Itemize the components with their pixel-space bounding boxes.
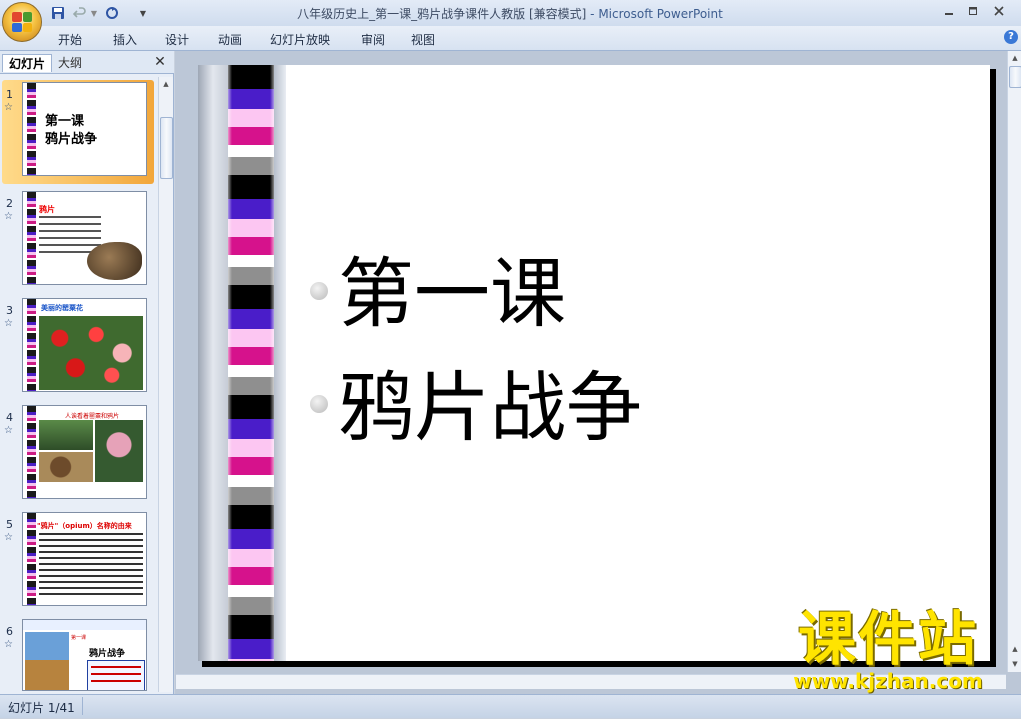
photo-image xyxy=(39,420,93,450)
thumbnail-line: 鸦片战争 xyxy=(45,132,98,147)
animation-star-icon: ☆ xyxy=(4,639,13,650)
filmstrip-decoration xyxy=(228,65,274,661)
office-button[interactable] xyxy=(2,2,42,42)
ribbon-tabs: 开始 插入 设计 动画 幻灯片放映 审阅 视图 xyxy=(0,26,1021,51)
watermark-url: www.kjzhan.com xyxy=(793,669,983,693)
current-slide[interactable]: 第一课 鸦片战争 xyxy=(198,65,990,661)
thumbnail-text: 第一课 鸦片战争 xyxy=(45,113,97,149)
thumbnail-title: 鸦片 xyxy=(39,205,55,214)
tab-view[interactable]: 视图 xyxy=(411,31,435,48)
next-slide-icon[interactable]: ▼ xyxy=(1008,657,1021,671)
thumbnail-title: "鸦片"（opium）名称的由来 xyxy=(37,522,132,530)
close-pane-icon[interactable]: ✕ xyxy=(152,54,168,70)
filmstrip-decoration xyxy=(27,299,36,391)
slide-number: 1 xyxy=(6,88,13,101)
close-button[interactable] xyxy=(988,3,1010,19)
thumbnail-text-lines xyxy=(39,533,143,599)
previous-slide-icon[interactable]: ▲ xyxy=(1008,642,1021,656)
app-name: - Microsoft PowerPoint xyxy=(586,7,723,21)
document-title: 八年级历史上_第一课_鸦片战争课件人教版 [兼容模式] xyxy=(297,7,587,21)
title-bar: ▼ ▼ 八年级历史上_第一课_鸦片战争课件人教版 [兼容模式] - Micros… xyxy=(0,0,1021,26)
slide-number: 5 xyxy=(6,518,13,531)
tab-slideshow[interactable]: 幻灯片放映 xyxy=(270,31,330,48)
pane-tabs: 幻灯片 大纲 ✕ xyxy=(0,51,174,74)
thumbnail-image: "鸦片"（opium）名称的由来 xyxy=(22,512,147,606)
slide-strip-edge xyxy=(274,65,286,661)
animation-star-icon: ☆ xyxy=(4,102,13,113)
status-divider xyxy=(82,697,83,715)
maximize-button[interactable] xyxy=(962,3,984,19)
tab-slides[interactable]: 幻灯片 xyxy=(2,54,53,72)
slide-number: 4 xyxy=(6,411,13,424)
thumbnail-title: 人诶看着罂粟和鸦片 xyxy=(65,413,120,420)
bullet-icon xyxy=(310,395,328,413)
thumbnail-scrollbar[interactable]: ▲ xyxy=(158,77,173,692)
slide-vertical-scrollbar[interactable]: ▲ ▲ ▼ xyxy=(1007,51,1021,672)
customize-toolbar-icon[interactable]: ▼ xyxy=(138,4,148,22)
scrollbar-thumb[interactable] xyxy=(1009,66,1021,88)
poppy-flowers-image xyxy=(39,316,143,390)
minimize-button[interactable] xyxy=(938,3,960,19)
landscape-image xyxy=(25,632,69,690)
watermark-logo: 课件站 www.kjzhan.com xyxy=(770,608,1006,692)
filmstrip-decoration xyxy=(27,83,36,175)
slide-number: 6 xyxy=(6,625,13,638)
slide-number: 2 xyxy=(6,197,13,210)
animation-star-icon: ☆ xyxy=(4,532,13,543)
thumbnail-line: 第一课 xyxy=(45,114,85,129)
slide-thumbnail-4[interactable]: 4 ☆ 人诶看着罂粟和鸦片 xyxy=(0,405,156,505)
animation-star-icon: ☆ xyxy=(4,318,13,329)
watermark-text: 课件站 xyxy=(797,605,978,673)
save-icon[interactable] xyxy=(50,4,66,22)
undo-icon[interactable] xyxy=(72,4,88,22)
photo-image xyxy=(95,420,143,482)
redo-icon[interactable] xyxy=(104,4,120,22)
tab-animations[interactable]: 动画 xyxy=(218,31,242,48)
thumbnail-image: 第一课 鸦片战争 xyxy=(22,82,147,176)
slide-number: 3 xyxy=(6,304,13,317)
slide-thumbnail-1[interactable]: 1 ☆ 第一课 鸦片战争 xyxy=(0,80,156,184)
thumbnail-image: 人诶看着罂粟和鸦片 xyxy=(22,405,147,499)
slide-thumbnail-5[interactable]: 5 ☆ "鸦片"（opium）名称的由来 xyxy=(0,512,156,612)
filmstrip-decoration xyxy=(27,192,36,284)
slide-thumbnail-3[interactable]: 3 ☆ 美丽的罂粟花 xyxy=(0,298,156,398)
scroll-up-icon[interactable]: ▲ xyxy=(159,77,173,91)
slide-left-border xyxy=(198,65,228,661)
tab-outline[interactable]: 大纲 xyxy=(52,54,88,72)
thumbnail-title: 鸦片战争 xyxy=(89,649,126,659)
thumbnail-image: 鸦片 xyxy=(22,191,147,285)
tab-review[interactable]: 审阅 xyxy=(361,31,385,48)
window-title: 八年级历史上_第一课_鸦片战争课件人教版 [兼容模式] - Microsoft … xyxy=(250,5,770,22)
slide-count-indicator: 幻灯片 1/41 xyxy=(8,701,75,715)
thumbnail-tag: 第一课 xyxy=(71,635,87,641)
animation-star-icon: ☆ xyxy=(4,211,13,222)
tab-insert[interactable]: 插入 xyxy=(113,31,137,48)
slides-pane: 幻灯片 大纲 ✕ 1 ☆ 第一课 鸦片战争 2 ☆ 鸦片 3 ☆ 美丽的罂粟花 … xyxy=(0,51,174,694)
tab-design[interactable]: 设计 xyxy=(165,31,189,48)
tab-home[interactable]: 开始 xyxy=(58,31,82,48)
undo-dropdown-icon[interactable]: ▼ xyxy=(90,4,98,22)
office-logo-icon xyxy=(12,12,32,32)
status-bar: 幻灯片 1/41 xyxy=(0,694,1021,718)
slide-thumbnail-2[interactable]: 2 ☆ 鸦片 xyxy=(0,191,156,291)
scrollbar-thumb[interactable] xyxy=(160,117,173,179)
filmstrip-decoration xyxy=(27,406,36,498)
slide-text-line[interactable]: 鸦片战争 xyxy=(338,363,642,453)
thumbnail-title: 美丽的罂粟花 xyxy=(41,304,83,312)
filmstrip-decoration xyxy=(27,513,36,605)
photo-image xyxy=(39,452,93,482)
animation-star-icon: ☆ xyxy=(4,425,13,436)
slide-text-line[interactable]: 第一课 xyxy=(338,249,566,339)
thumbnail-image: 美丽的罂粟花 xyxy=(22,298,147,392)
thumbnail-list-box xyxy=(87,660,145,690)
bullet-icon xyxy=(310,282,328,300)
thumbnail-image: 第一课 鸦片战争 xyxy=(22,619,147,691)
scroll-up-icon[interactable]: ▲ xyxy=(1008,51,1021,65)
opium-image xyxy=(87,242,142,280)
thumbnail-header-bar xyxy=(23,620,146,630)
help-icon[interactable]: ? xyxy=(1004,30,1018,44)
